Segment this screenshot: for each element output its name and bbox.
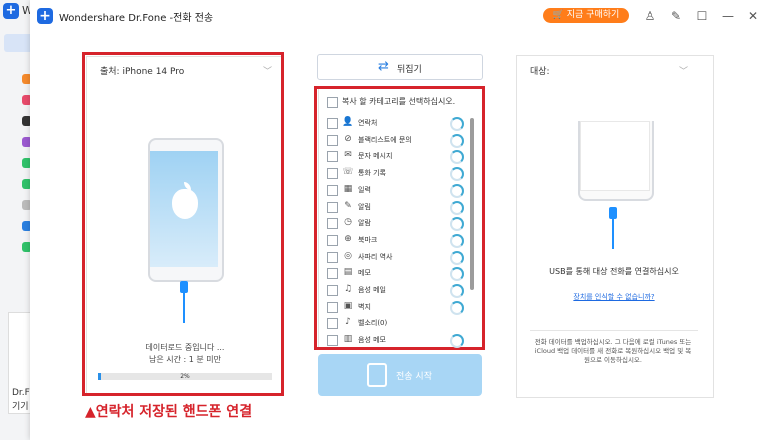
category-icon: ⊘ (344, 134, 352, 144)
category-header: 복사 할 카테고리를 선택하십시오. (342, 97, 456, 106)
category-icon: ▦ (343, 184, 353, 194)
category-icon: ◷ (344, 217, 352, 227)
category-checkbox[interactable] (327, 285, 338, 296)
category-checkbox[interactable] (327, 151, 338, 162)
category-icon: ▤ (343, 267, 353, 277)
chevron-down-icon[interactable]: ﹀ (263, 64, 272, 77)
category-label: 메모 (358, 269, 371, 277)
destination-phone-screen (580, 121, 650, 191)
loading-spinner-icon (450, 150, 464, 164)
feedback-icon[interactable]: ☐ (695, 9, 709, 23)
usb-plug-icon (180, 281, 188, 293)
category-label: 알림 (358, 203, 371, 211)
category-icon: ▥ (343, 334, 353, 344)
category-checkbox[interactable] (327, 185, 338, 196)
loading-spinner-icon (450, 134, 464, 148)
category-label: 문자 메시지 (358, 152, 393, 160)
category-label: 벽지 (358, 303, 371, 311)
flip-label: 뒤집기 (397, 65, 422, 75)
usb-plug-icon (609, 207, 617, 219)
loading-spinner-icon (450, 201, 464, 215)
loading-spinner-icon (450, 217, 464, 231)
category-label: 음성 메모 (358, 336, 386, 344)
destination-device-label[interactable]: 대상: (530, 64, 550, 77)
app-logo-icon: + (37, 8, 53, 24)
swap-arrows-icon: ⇄ (378, 59, 389, 74)
category-icon: ✎ (344, 201, 352, 211)
category-checkbox[interactable] (327, 135, 338, 146)
buy-now-label: 지금 구매하기 (566, 10, 620, 20)
remaining-time: 남은 시간 : 1 분 미만 (148, 355, 222, 364)
category-scrollbar[interactable] (470, 118, 474, 290)
category-label: 통화 기록 (358, 169, 386, 177)
loading-status: 데이터로드 중입니다 ... (145, 343, 225, 352)
category-icon: ☏ (342, 167, 354, 177)
category-checkbox[interactable] (327, 268, 338, 279)
category-icon: ◎ (344, 251, 352, 261)
category-label: 사파리 역사 (358, 253, 393, 261)
background-app-logo-icon: + (3, 3, 19, 19)
category-icon: ♪ (345, 317, 351, 327)
loading-spinner-icon (450, 234, 464, 248)
edit-icon[interactable]: ✎ (669, 9, 683, 23)
category-checkbox[interactable] (327, 118, 338, 129)
category-checkbox[interactable] (327, 335, 338, 346)
category-checkbox[interactable] (327, 302, 338, 313)
title-bar: + Wondershare Dr.Fone -전화 전송 🛒 지금 구매하기 ♙… (30, 0, 773, 32)
source-device-label[interactable]: 출처: iPhone 14 Pro (100, 64, 184, 77)
category-icon: ▣ (343, 301, 353, 311)
device-not-recognized-link[interactable]: 장치를 인식할 수 없습니까? (516, 292, 712, 302)
loading-spinner-icon (450, 334, 464, 348)
category-icon: 👤 (342, 117, 354, 127)
minimize-icon[interactable]: — (721, 9, 735, 23)
category-label: 음성 메일 (358, 286, 386, 294)
select-all-checkbox[interactable] (327, 97, 338, 108)
buy-now-button[interactable]: 🛒 지금 구매하기 (543, 8, 629, 23)
category-label: 연락처 (358, 119, 378, 127)
category-label: 알람 (358, 219, 371, 227)
category-checkbox[interactable] (327, 252, 338, 263)
close-icon[interactable]: ✕ (746, 9, 760, 23)
loading-spinner-icon (450, 284, 464, 298)
category-checkbox[interactable] (327, 202, 338, 213)
category-checkbox[interactable] (327, 318, 338, 329)
apple-logo-icon (172, 189, 198, 219)
loading-spinner-icon (450, 184, 464, 198)
user-icon[interactable]: ♙ (643, 9, 657, 23)
category-label: 일력 (358, 186, 371, 194)
category-icon: ♫ (343, 284, 353, 294)
background-card-text: 기기 (12, 402, 29, 412)
usb-cable (612, 219, 614, 249)
progress-label: 2% (180, 373, 190, 380)
category-icon: ⊕ (344, 234, 352, 244)
loading-spinner-icon (450, 117, 464, 131)
category-checkbox[interactable] (327, 218, 338, 229)
category-label: 벨소리(0) (358, 319, 388, 327)
annotation-caption: ▲연락처 저장된 핸드폰 연결 (85, 404, 253, 420)
loading-spinner-icon (450, 251, 464, 265)
loading-spinner-icon (450, 167, 464, 181)
loading-spinner-icon (450, 267, 464, 281)
chevron-down-icon[interactable]: ﹀ (679, 64, 688, 77)
category-icon: ✉ (344, 150, 352, 160)
window-title: Wondershare Dr.Fone -전화 전송 (59, 13, 214, 24)
usb-cable (183, 293, 185, 323)
category-label: 북마크 (358, 236, 378, 244)
category-checkbox[interactable] (327, 168, 338, 179)
start-transfer-label: 전송 시작 (396, 372, 432, 382)
category-checkbox[interactable] (327, 235, 338, 246)
category-label: 블랙리스트에 문의 (358, 136, 412, 144)
divider (530, 330, 698, 331)
connect-instruction: USB를 통해 대상 전화를 연결하십시오 (549, 267, 679, 276)
transfer-phone-icon (367, 363, 387, 387)
loading-spinner-icon (450, 301, 464, 315)
backup-restore-note: 전화 데이터를 백업하십시오. 그 다음에 로컬 iTunes 또는 iClou… (534, 338, 692, 364)
